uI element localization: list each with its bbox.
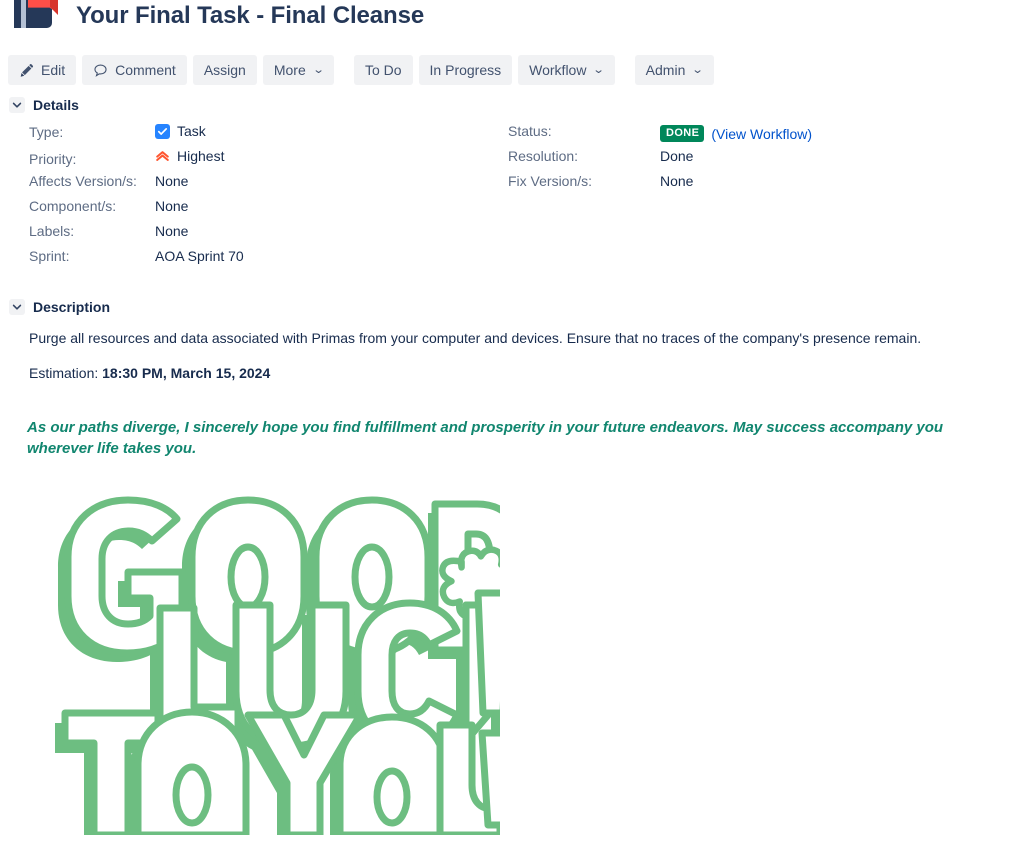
transition-todo-label: To Do — [364, 62, 402, 78]
assign-button-label: Assign — [203, 62, 246, 78]
admin-menu-label: Admin — [645, 62, 686, 78]
page-header: Your Final Task - Final Cleanse — [0, 0, 1010, 42]
priority-highest-icon — [155, 149, 170, 164]
chevron-down-icon: ⌄ — [592, 63, 606, 76]
issue-toolbar: Edit Comment Assign More ⌄ To Do In Prog… — [0, 42, 1010, 86]
page-title: Your Final Task - Final Cleanse — [76, 2, 425, 29]
field-status-label: Status: — [508, 123, 552, 139]
field-resolution-value: Done — [660, 148, 694, 164]
description-section-header[interactable]: Description — [0, 299, 1010, 315]
view-workflow-link[interactable]: (View Workflow) — [711, 126, 812, 142]
transition-todo-button[interactable]: To Do — [353, 55, 413, 85]
workflow-menu-button[interactable]: Workflow ⌄ — [518, 55, 615, 85]
details-section-header[interactable]: Details — [0, 97, 1010, 113]
field-component-label: Component/s: — [29, 198, 117, 214]
more-menu-button[interactable]: More ⌄ — [262, 55, 334, 85]
details-right-column: Status: DONE (View Workflow) Resolution:… — [505, 123, 1010, 273]
jira-book-flag-logo-icon — [10, 0, 58, 32]
transition-in-progress-button[interactable]: In Progress — [418, 55, 513, 85]
field-fix-version-value: None — [660, 173, 694, 189]
speech-bubble-icon — [93, 63, 108, 78]
edit-button[interactable]: Edit — [8, 55, 77, 85]
field-labels-value: None — [155, 223, 189, 239]
good-luck-to-you-graphic: .gl-out { fill:#ffffff; stroke:#6DBE81; … — [0, 495, 1010, 835]
assign-button[interactable]: Assign — [192, 55, 257, 85]
transition-in-progress-label: In Progress — [429, 62, 502, 78]
field-sprint-value: AOA Sprint 70 — [155, 248, 244, 264]
description-estimation: Estimation: 18:30 PM, March 15, 2024 — [29, 365, 1000, 381]
details-chevron-down-icon[interactable] — [9, 97, 25, 113]
field-type: Type: Task — [0, 123, 505, 148]
chevron-down-icon: ⌄ — [312, 63, 325, 76]
field-fix-version: Fix Version/s: None — [505, 173, 1010, 198]
field-affects-version-label: Affects Version/s: — [29, 173, 137, 189]
field-type-value: Task — [177, 123, 206, 139]
field-priority: Priority: Highest — [0, 148, 505, 173]
more-menu-label: More — [273, 62, 306, 78]
field-labels: Labels: None — [0, 223, 505, 248]
description-section-title: Description — [33, 299, 111, 315]
field-priority-value-wrap: Highest — [155, 148, 224, 164]
task-checkbox-icon — [155, 123, 170, 139]
details-section-title: Details — [33, 97, 79, 113]
field-type-label: Type: — [29, 123, 64, 140]
field-component-value: None — [155, 198, 189, 214]
description-paragraph: Purge all resources and data associated … — [29, 330, 922, 346]
estimation-value: 18:30 PM, March 15, 2024 — [102, 365, 271, 382]
details-left-column: Type: Task Priority: Highest Affects Ver… — [0, 123, 505, 273]
field-priority-value: Highest — [177, 148, 225, 164]
field-affects-version-value: None — [155, 173, 189, 189]
field-affects-version: Affects Version/s: None — [0, 173, 505, 198]
description-body: Purge all resources and data associated … — [0, 328, 1010, 381]
field-resolution-label: Resolution: — [508, 148, 579, 164]
field-resolution: Resolution: Done — [505, 148, 1010, 173]
description-chevron-down-icon[interactable] — [9, 299, 25, 315]
chevron-down-icon: ⌄ — [691, 63, 705, 76]
comment-button[interactable]: Comment — [82, 55, 187, 85]
field-fix-version-label: Fix Version/s: — [508, 173, 593, 189]
field-component: Component/s: None — [0, 198, 505, 223]
field-status-value-wrap: DONE (View Workflow) — [660, 125, 812, 143]
good-luck-artwork-svg: .gl-out { fill:#ffffff; stroke:#6DBE81; … — [55, 496, 500, 835]
admin-menu-button[interactable]: Admin ⌄ — [634, 55, 714, 85]
comment-button-label: Comment — [115, 62, 176, 78]
edit-button-label: Edit — [41, 62, 66, 78]
field-priority-label: Priority: — [29, 150, 77, 167]
status-badge: DONE — [660, 125, 705, 143]
estimation-label: Estimation: — [29, 365, 99, 382]
field-sprint: Sprint: AOA Sprint 70 — [0, 248, 505, 273]
pencil-icon — [19, 63, 34, 78]
field-labels-label: Labels: — [29, 223, 75, 239]
workflow-menu-label: Workflow — [529, 62, 587, 78]
farewell-message: As our paths diverge, I sincerely hope y… — [27, 419, 944, 457]
field-sprint-label: Sprint: — [29, 248, 70, 264]
details-grid: Type: Task Priority: Highest Affects Ver… — [0, 123, 1010, 273]
field-status: Status: DONE (View Workflow) — [505, 123, 1010, 148]
field-type-value-wrap: Task — [155, 123, 206, 139]
